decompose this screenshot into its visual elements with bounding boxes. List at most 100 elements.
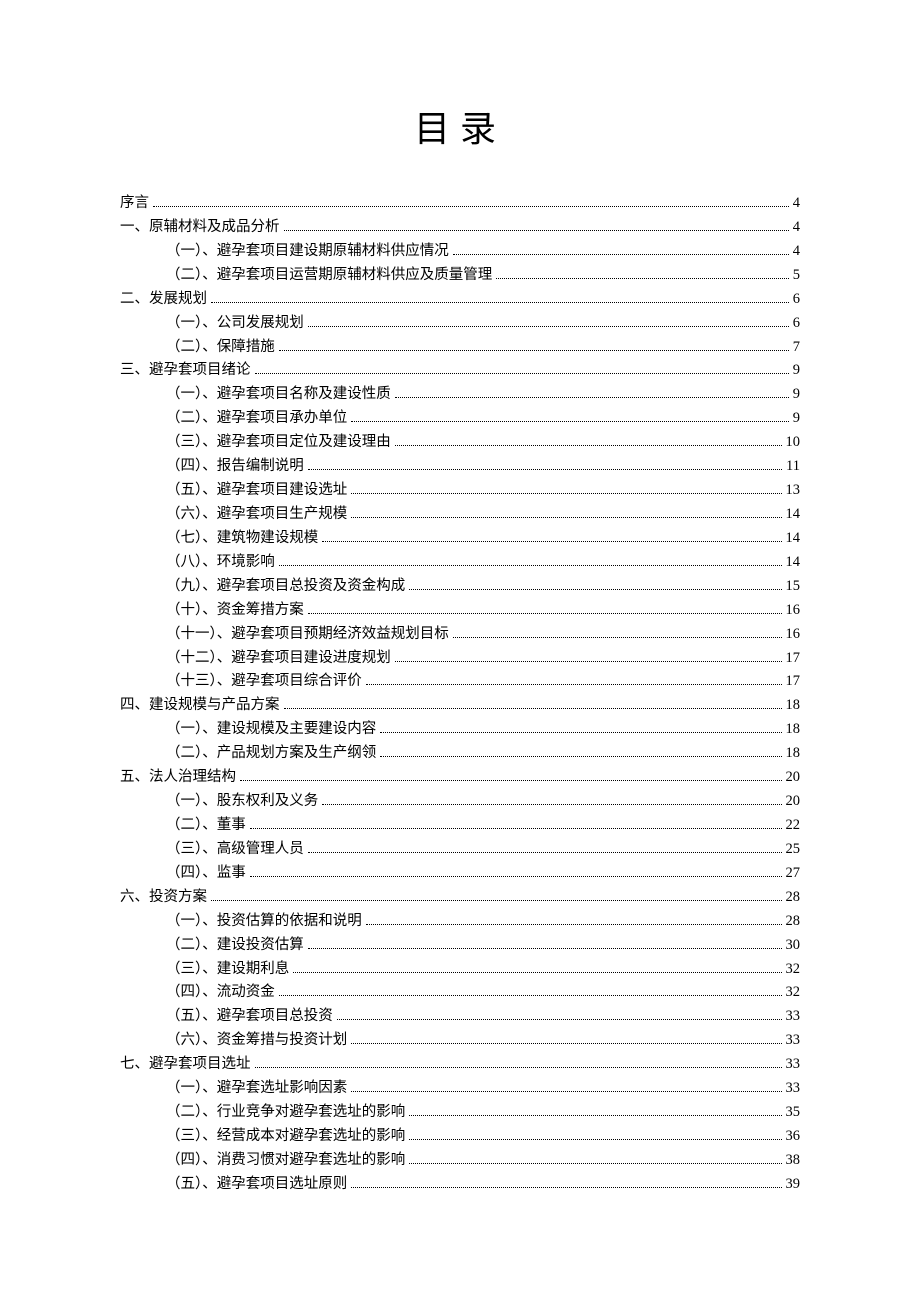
toc-entry-label: 六、投资方案 xyxy=(120,886,207,910)
toc-entry-label: 七、避孕套项目选址 xyxy=(120,1053,251,1077)
toc-entry: （三）、高级管理人员25 xyxy=(120,838,800,862)
toc-entry-page: 10 xyxy=(786,431,801,455)
toc-entry-page: 33 xyxy=(786,1029,801,1053)
toc-entry: （七）、建筑物建设规模 14 xyxy=(120,527,800,551)
toc-entry-page: 32 xyxy=(786,981,801,1005)
toc-entry-page: 32 xyxy=(786,958,801,982)
toc-entry-page: 20 xyxy=(786,766,801,790)
toc-entry-page: 35 xyxy=(786,1101,801,1125)
toc-entry-label: （五）、避孕套项目选址原则 xyxy=(166,1173,347,1197)
toc-entry-label: （一）、投资估算的依据和说明 xyxy=(166,910,362,934)
toc-entry: （六）、避孕套项目生产规模14 xyxy=(120,503,800,527)
toc-entry: （九）、避孕套项目总投资及资金构成 15 xyxy=(120,575,800,599)
toc-entry-label: 三、避孕套项目绪论 xyxy=(120,359,251,383)
toc-entry: （八）、环境影响14 xyxy=(120,551,800,575)
toc-entry-page: 14 xyxy=(786,551,801,575)
toc-entry-label: （五）、避孕套项目建设选址 xyxy=(166,479,347,503)
toc-entry-page: 16 xyxy=(786,599,801,623)
toc-entry-page: 39 xyxy=(786,1173,801,1197)
toc-leader-dots xyxy=(322,532,781,542)
toc-entry-label: （二）、董事 xyxy=(166,814,246,838)
toc-entry: （二）、保障措施7 xyxy=(120,336,800,360)
toc-entry: （一）、股东权利及义务20 xyxy=(120,790,800,814)
toc-leader-dots xyxy=(351,484,781,494)
toc-leader-dots xyxy=(409,1106,781,1116)
toc-leader-dots xyxy=(351,1034,781,1044)
toc-entry: （六）、资金筹措与投资计划 33 xyxy=(120,1029,800,1053)
toc-entry-page: 33 xyxy=(786,1005,801,1029)
toc-entry: （五）、避孕套项目选址原则 39 xyxy=(120,1173,800,1197)
toc-entry-label: （三）、避孕套项目定位及建设理由 xyxy=(166,431,391,455)
toc-entry-label: 一、原辅材料及成品分析 xyxy=(120,216,280,240)
toc-entry: （五）、避孕套项目总投资 33 xyxy=(120,1005,800,1029)
toc-entry: （二）、董事 22 xyxy=(120,814,800,838)
toc-leader-dots xyxy=(211,293,789,303)
toc-leader-dots xyxy=(255,1058,782,1068)
toc-entry-page: 7 xyxy=(793,336,800,360)
toc-leader-dots xyxy=(453,245,789,255)
table-of-contents: 序言4一、原辅材料及成品分析4（一）、避孕套项目建设期原辅材料供应情况4（二）、… xyxy=(120,192,800,1197)
toc-leader-dots xyxy=(308,843,782,853)
toc-entry: 六、投资方案28 xyxy=(120,886,800,910)
toc-leader-dots xyxy=(322,795,781,805)
toc-entry-label: （七）、建筑物建设规模 xyxy=(166,527,318,551)
page-title: 目录 xyxy=(120,100,800,152)
toc-entry: （一）、避孕套选址影响因素33 xyxy=(120,1077,800,1101)
toc-entry: （四）、监事27 xyxy=(120,862,800,886)
toc-leader-dots xyxy=(284,699,782,709)
toc-entry-label: （三）、高级管理人员 xyxy=(166,838,304,862)
toc-entry-page: 14 xyxy=(786,527,801,551)
toc-leader-dots xyxy=(308,604,782,614)
toc-entry-label: （一）、公司发展规划 xyxy=(166,312,304,336)
toc-entry: （五）、避孕套项目建设选址 13 xyxy=(120,479,800,503)
toc-entry-label: （三）、经营成本对避孕套选址的影响 xyxy=(166,1125,405,1149)
toc-leader-dots xyxy=(351,508,781,518)
toc-entry-page: 13 xyxy=(786,479,801,503)
toc-leader-dots xyxy=(279,986,782,996)
toc-entry-page: 22 xyxy=(786,814,801,838)
toc-leader-dots xyxy=(308,316,789,326)
toc-leader-dots xyxy=(153,197,789,207)
toc-leader-dots xyxy=(366,915,782,925)
toc-entry-page: 18 xyxy=(786,718,801,742)
toc-leader-dots xyxy=(211,891,782,901)
toc-entry-label: （一）、避孕套项目建设期原辅材料供应情况 xyxy=(166,240,449,264)
toc-entry-label: （十三）、避孕套项目综合评价 xyxy=(166,670,362,694)
toc-entry-page: 27 xyxy=(786,862,801,886)
toc-leader-dots xyxy=(337,1010,782,1020)
toc-entry-label: （一）、避孕套项目名称及建设性质 xyxy=(166,383,391,407)
toc-leader-dots xyxy=(240,771,782,781)
toc-entry-label: （九）、避孕套项目总投资及资金构成 xyxy=(166,575,405,599)
toc-leader-dots xyxy=(395,651,782,661)
toc-entry-page: 17 xyxy=(786,647,801,671)
toc-entry: （二）、产品规划方案及生产纲领18 xyxy=(120,742,800,766)
toc-entry-label: （五）、避孕套项目总投资 xyxy=(166,1005,333,1029)
toc-entry-label: （四）、消费习惯对避孕套选址的影响 xyxy=(166,1149,405,1173)
toc-leader-dots xyxy=(395,388,789,398)
toc-leader-dots xyxy=(351,412,789,422)
toc-entry-page: 30 xyxy=(786,934,801,958)
toc-entry: （十二）、避孕套项目建设进度规划17 xyxy=(120,647,800,671)
toc-entry-label: （六）、资金筹措与投资计划 xyxy=(166,1029,347,1053)
toc-entry: 四、建设规模与产品方案18 xyxy=(120,694,800,718)
toc-entry-page: 18 xyxy=(786,742,801,766)
toc-leader-dots xyxy=(293,962,781,972)
toc-entry-page: 9 xyxy=(793,383,800,407)
toc-entry: （四）、报告编制说明11 xyxy=(120,455,800,479)
toc-entry-label: 四、建设规模与产品方案 xyxy=(120,694,280,718)
toc-entry-page: 4 xyxy=(793,192,800,216)
toc-leader-dots xyxy=(279,556,782,566)
toc-entry-label: （十一）、避孕套项目预期经济效益规划目标 xyxy=(166,623,449,647)
toc-entry-page: 6 xyxy=(793,288,800,312)
toc-leader-dots xyxy=(279,340,789,350)
toc-entry: （一）、避孕套项目名称及建设性质 9 xyxy=(120,383,800,407)
toc-entry-label: （二）、建设投资估算 xyxy=(166,934,304,958)
toc-entry: 七、避孕套项目选址33 xyxy=(120,1053,800,1077)
toc-entry: 二、发展规划 6 xyxy=(120,288,800,312)
toc-leader-dots xyxy=(496,269,789,279)
toc-entry: （三）、建设期利息32 xyxy=(120,958,800,982)
toc-entry-label: 序言 xyxy=(120,192,149,216)
toc-entry-page: 15 xyxy=(786,575,801,599)
toc-entry: （四）、消费习惯对避孕套选址的影响38 xyxy=(120,1149,800,1173)
toc-entry-label: 二、发展规划 xyxy=(120,288,207,312)
